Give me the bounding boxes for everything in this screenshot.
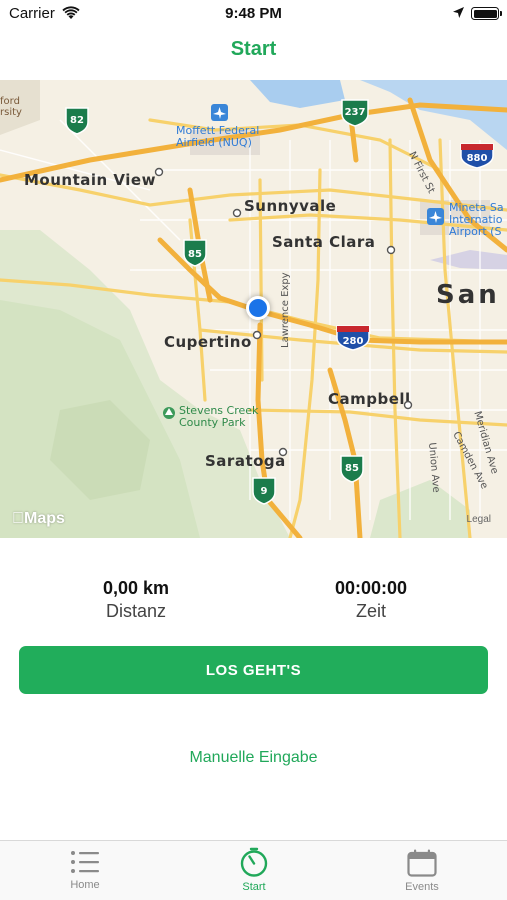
map-view[interactable]: ford rsity Mountain View Sunnyvale Santa …: [0, 80, 507, 538]
shield-82-label: 82: [70, 115, 84, 126]
location-arrow-icon: [453, 7, 464, 18]
tab-start-label: Start: [242, 881, 266, 893]
time-value: 00:00:00: [334, 578, 408, 598]
tab-start[interactable]: Start: [204, 847, 304, 893]
page-title: Start: [230, 38, 277, 60]
shield-280-label: 280: [343, 336, 364, 347]
current-location-dot: [246, 296, 270, 320]
shield-880-label: 880: [467, 153, 488, 164]
manual-entry-link[interactable]: Manuelle Eingabe: [0, 749, 507, 767]
start-button[interactable]: LOS GEHT'S: [19, 646, 488, 694]
legal-link[interactable]: Legal: [467, 514, 491, 525]
distance-stat: 0,00 km Distanz: [36, 578, 236, 622]
shield-237-label: 237: [345, 107, 366, 118]
distance-label: Distanz: [105, 601, 167, 621]
shield-9-label: 9: [261, 486, 268, 497]
tab-events-label: Events: [405, 881, 439, 893]
tab-events[interactable]: Events: [372, 849, 472, 893]
tab-home-label: Home: [70, 879, 100, 891]
distance-value: 0,00 km: [102, 578, 170, 598]
time-label: Zeit: [355, 601, 386, 621]
clock: 9:48 PM: [225, 5, 282, 22]
tab-bar: Home Start Events: [0, 840, 507, 900]
calendar-icon: [407, 849, 437, 877]
shield-85b-label: 85: [345, 463, 359, 474]
time-stat: 00:00:00 Zeit: [271, 578, 471, 622]
tab-home[interactable]: Home: [35, 849, 135, 891]
status-bar: Carrier 9:48 PM: [0, 0, 507, 28]
maps-logo: Maps: [12, 510, 65, 527]
list-icon: [71, 851, 99, 873]
stopwatch-icon: [240, 847, 268, 877]
battery-icon: [471, 7, 502, 20]
shield-85-label: 85: [188, 249, 202, 260]
